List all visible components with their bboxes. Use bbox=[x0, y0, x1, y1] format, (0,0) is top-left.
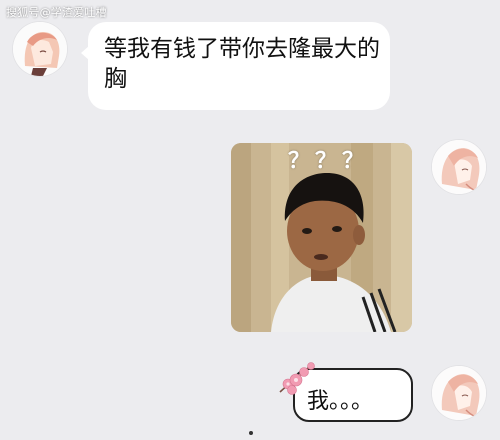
watermark: 搜狐号@学渣爱吐槽 bbox=[6, 6, 107, 19]
pink-flower-icon bbox=[276, 358, 322, 398]
page-indicator-dot bbox=[249, 431, 253, 435]
anime-girl-avatar-icon[interactable] bbox=[13, 22, 67, 76]
anime-girl-avatar-icon[interactable] bbox=[432, 140, 486, 194]
message-text: 等我有钱了带你去隆最大的胸 bbox=[104, 36, 380, 92]
anime-girl-avatar-icon[interactable] bbox=[432, 366, 486, 420]
question-marks-overlay: ？？？ bbox=[288, 149, 370, 174]
